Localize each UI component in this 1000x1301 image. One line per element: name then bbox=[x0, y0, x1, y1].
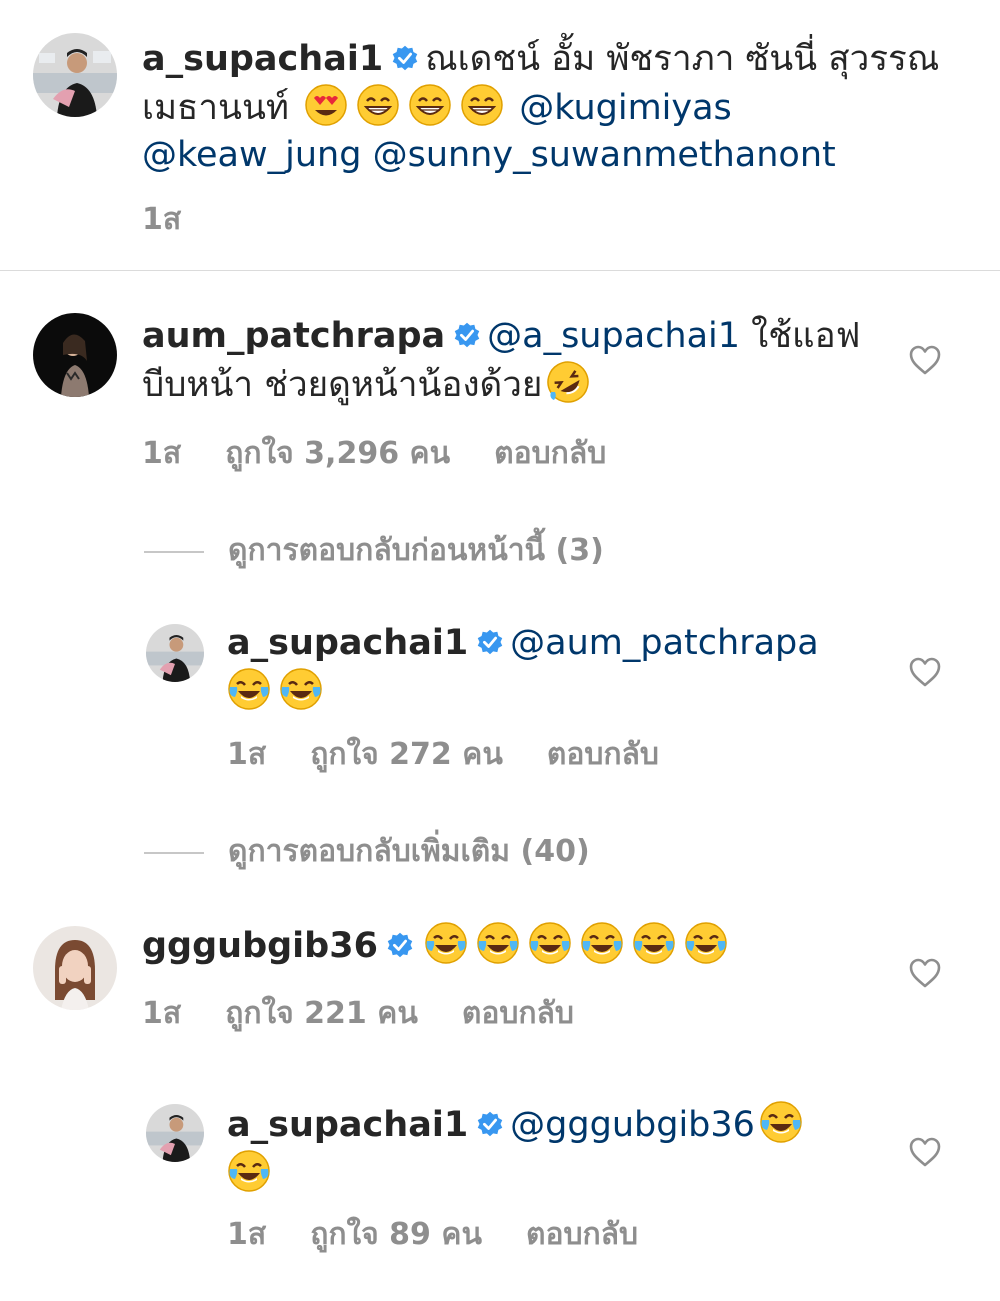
grinning-emoji bbox=[356, 83, 400, 127]
caption-text: a_supachai1 ณเดชน์ อั้ม พัชราภา ซันนี่ สุ… bbox=[142, 36, 962, 179]
comment-meta: 1ส ถูกใจ 221 คน ตอบกลับ bbox=[142, 990, 618, 1037]
comment-likes[interactable]: ถูกใจ 3,296 คน bbox=[225, 436, 450, 471]
heart-outline-icon[interactable] bbox=[908, 1136, 942, 1168]
tears-of-joy-emoji bbox=[476, 921, 520, 965]
view-previous-replies[interactable]: ดูการตอบกลับก่อนหน้านี้ (3) bbox=[144, 527, 604, 574]
reply-text: a_supachai1 @gggubgib36 bbox=[227, 1100, 867, 1198]
mention-link[interactable]: @a_supachai1 bbox=[487, 316, 740, 356]
reply-text: a_supachai1 @aum_patchrapa bbox=[227, 620, 867, 716]
tears-of-joy-emoji bbox=[227, 667, 271, 711]
reply-button[interactable]: ตอบกลับ bbox=[547, 737, 659, 772]
tears-of-joy-emoji bbox=[684, 921, 728, 965]
mention-link[interactable]: @keaw_jung bbox=[142, 135, 361, 175]
view-more-label[interactable]: ดูการตอบกลับเพิ่มเติม (40) bbox=[228, 834, 590, 869]
reply-meta: 1ส ถูกใจ 272 คน ตอบกลับ bbox=[227, 731, 703, 778]
reply-button[interactable]: ตอบกลับ bbox=[526, 1217, 638, 1252]
tears-of-joy-emoji bbox=[279, 667, 323, 711]
caption-time: 1ส bbox=[142, 202, 182, 237]
heart-outline-icon[interactable] bbox=[908, 957, 942, 989]
view-more-replies[interactable]: ดูการตอบกลับเพิ่มเติม (40) bbox=[144, 828, 590, 875]
heart-eyes-emoji bbox=[304, 83, 348, 127]
tears-of-joy-emoji bbox=[632, 921, 676, 965]
grinning-emoji bbox=[408, 83, 452, 127]
rofl-emoji bbox=[546, 360, 590, 404]
comment-time: 1ส bbox=[142, 996, 182, 1031]
reply-time: 1ส bbox=[227, 1217, 267, 1252]
divider bbox=[144, 851, 204, 854]
comment-text: aum_patchrapa @a_supachai1 ใช้แอฟบีบหน้า … bbox=[142, 313, 862, 409]
verified-badge-icon bbox=[476, 629, 504, 657]
reply-meta: 1ส ถูกใจ 89 คน ตอบกลับ bbox=[227, 1211, 682, 1258]
reply-time: 1ส bbox=[227, 737, 267, 772]
caption-username[interactable]: a_supachai1 bbox=[142, 39, 383, 79]
comment-likes[interactable]: ถูกใจ 221 คน bbox=[225, 996, 418, 1031]
comment-avatar[interactable] bbox=[33, 926, 117, 1010]
tears-of-joy-emoji bbox=[424, 921, 468, 965]
grinning-emoji bbox=[460, 83, 504, 127]
verified-badge-icon bbox=[476, 1111, 504, 1139]
comment-username[interactable]: aum_patchrapa bbox=[142, 316, 445, 356]
reply-avatar[interactable] bbox=[146, 1104, 204, 1162]
reply-likes[interactable]: ถูกใจ 89 คน bbox=[310, 1217, 482, 1252]
verified-badge-icon bbox=[386, 932, 414, 960]
mention-link[interactable]: @aum_patchrapa bbox=[510, 623, 819, 663]
reply-button[interactable]: ตอบกลับ bbox=[462, 996, 574, 1031]
verified-badge-icon bbox=[391, 45, 419, 73]
comment-meta: 1ส ถูกใจ 3,296 คน ตอบกลับ bbox=[142, 430, 650, 477]
reply-username[interactable]: a_supachai1 bbox=[227, 1105, 468, 1145]
comment-avatar[interactable] bbox=[33, 313, 117, 397]
reply-likes[interactable]: ถูกใจ 272 คน bbox=[310, 737, 503, 772]
tears-of-joy-emoji bbox=[580, 921, 624, 965]
divider bbox=[0, 270, 1000, 271]
caption-meta: 1ส bbox=[142, 196, 225, 243]
comment-username[interactable]: gggubgib36 bbox=[142, 926, 378, 966]
tears-of-joy-emoji bbox=[528, 921, 572, 965]
heart-outline-icon[interactable] bbox=[908, 344, 942, 376]
mention-link[interactable]: @kugimiyas bbox=[519, 88, 732, 128]
reply-avatar[interactable] bbox=[146, 624, 204, 682]
heart-outline-icon[interactable] bbox=[908, 656, 942, 688]
divider bbox=[144, 550, 204, 553]
reply-username[interactable]: a_supachai1 bbox=[227, 623, 468, 663]
caption-avatar[interactable] bbox=[33, 33, 117, 117]
tears-of-joy-emoji bbox=[227, 1149, 271, 1193]
view-previous-label[interactable]: ดูการตอบกลับก่อนหน้านี้ (3) bbox=[228, 533, 604, 568]
reply-button[interactable]: ตอบกลับ bbox=[494, 436, 606, 471]
mention-link[interactable]: @sunny_suwanmethanont bbox=[373, 135, 836, 175]
verified-badge-icon bbox=[453, 322, 481, 350]
tears-of-joy-emoji bbox=[759, 1100, 803, 1144]
comment-text: gggubgib36 bbox=[142, 921, 862, 970]
mention-link[interactable]: @gggubgib36 bbox=[510, 1105, 755, 1145]
comment-time: 1ส bbox=[142, 436, 182, 471]
